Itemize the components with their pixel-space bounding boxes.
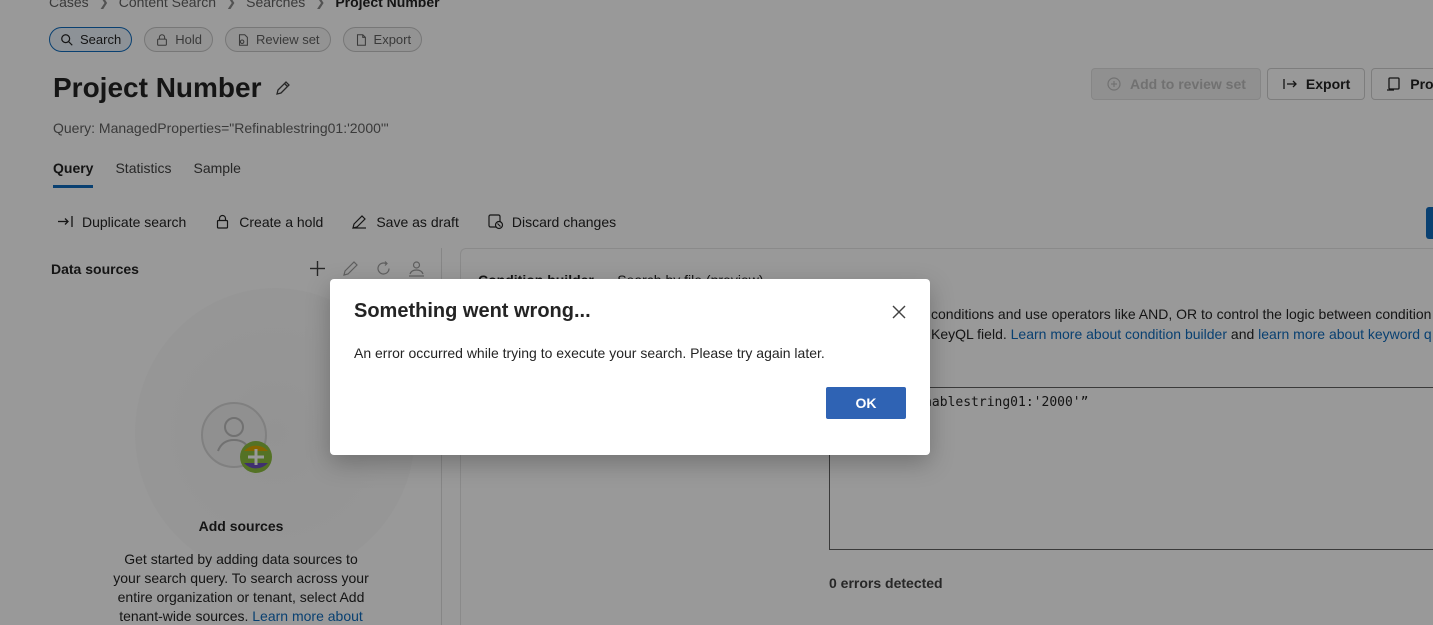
dialog-message: An error occurred while trying to execut… bbox=[354, 345, 825, 361]
ok-button[interactable]: OK bbox=[826, 387, 906, 419]
error-dialog: Something went wrong... An error occurre… bbox=[330, 279, 930, 455]
close-icon bbox=[892, 305, 906, 319]
close-button[interactable] bbox=[888, 301, 910, 323]
dialog-title: Something went wrong... bbox=[354, 300, 591, 322]
